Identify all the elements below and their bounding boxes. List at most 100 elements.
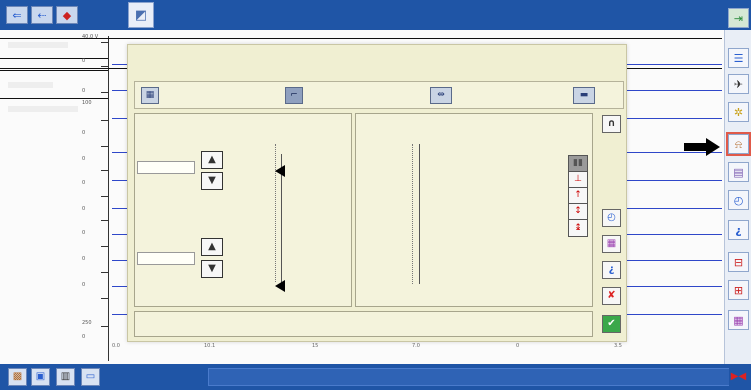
help-icon: ¿	[735, 223, 742, 237]
trigger-level-icon: ↨	[574, 222, 582, 233]
stack-header[interactable]: ▮▮	[569, 156, 587, 172]
trigger-both-icon: ↕	[574, 206, 582, 216]
red-car-icon: ◆	[62, 8, 72, 22]
y-axis	[108, 36, 109, 361]
color-button[interactable]: ▦	[728, 310, 749, 330]
display-button[interactable]: ▤	[728, 162, 749, 182]
lower-value-field[interactable]	[137, 252, 195, 265]
x-tick-label: 0	[516, 343, 520, 349]
back-arrow-button[interactable]: ⇐	[6, 6, 28, 24]
timer-icon: ◴	[733, 193, 744, 207]
upper-marker-handle[interactable]	[275, 165, 285, 177]
x-tick-label: 10.1	[204, 343, 216, 349]
y-tick	[101, 298, 108, 299]
trigger-mode-stack: ▮▮ ⊥ ↑ ↕ ↨	[568, 155, 588, 237]
trigger-rising-button[interactable]: ⊥	[569, 172, 587, 188]
gear-icon: ✲	[733, 105, 744, 119]
timer-button[interactable]: ◴	[728, 190, 749, 210]
trigger-track	[419, 144, 420, 284]
trigger-rising-icon: ⊥	[574, 174, 582, 184]
capture-icon: ▣	[35, 371, 46, 382]
list-icon: ☰	[733, 51, 744, 65]
trigger-up-button[interactable]: ↑	[569, 188, 587, 204]
confirm-button[interactable]: ✔	[602, 315, 621, 333]
oscilloscope-tab-icon: ◩	[134, 7, 148, 23]
help-side-button[interactable]: ¿	[728, 220, 749, 240]
table-button[interactable]: ▥	[56, 368, 75, 386]
report-button[interactable]: ▩	[8, 368, 27, 386]
exit-top-button[interactable]: ⇥	[728, 8, 749, 28]
y-tick	[101, 120, 108, 121]
trigger-icon: ⊞	[733, 283, 744, 297]
left-divider	[0, 58, 108, 59]
trigger-up-icon: ↑	[574, 190, 582, 200]
left-divider	[0, 98, 108, 99]
y-label: 0	[82, 156, 86, 162]
probe-button[interactable]: ✈	[728, 74, 749, 94]
display-icon: ▤	[733, 165, 744, 179]
lower-decrease-button[interactable]: ▼	[201, 260, 223, 278]
y-label: 0	[82, 180, 86, 186]
x-tick-label: 15	[312, 343, 319, 349]
grid-settings-icon: ▦	[145, 90, 155, 100]
y-label: 0	[82, 88, 86, 94]
pointer-arrow-icon	[684, 138, 720, 156]
monitor-button[interactable]: ▭	[81, 368, 100, 386]
y-tick	[101, 246, 108, 247]
bottom-toolbar: ▩ ▣ ▥ ▭ ▶◀	[0, 364, 751, 390]
y-tick	[101, 170, 108, 171]
trigger-scale	[412, 144, 413, 284]
y-label: 100	[82, 100, 92, 106]
vehicle-button[interactable]: ◆	[56, 6, 78, 24]
probe-icon: ✈	[733, 77, 744, 91]
y-label: 0	[82, 334, 86, 340]
help-icon: ¿	[608, 264, 615, 275]
exit-red-icon: ▶◀	[730, 371, 747, 382]
magnet-button[interactable]: ∩	[602, 115, 621, 133]
oscilloscope-tab[interactable]: ◩	[128, 2, 154, 28]
down-triangle-icon: ▼	[208, 175, 216, 186]
channel-label-blank	[8, 106, 78, 112]
exit-bottom-button[interactable]: ▶◀	[729, 368, 748, 386]
cursor-button[interactable]: ⊟	[728, 252, 749, 272]
trigger-panel	[355, 113, 593, 307]
palette-button[interactable]: ▦	[602, 235, 621, 253]
tab-grid-settings[interactable]: ▦	[141, 87, 159, 104]
lower-marker-handle[interactable]	[275, 280, 285, 292]
upper-decrease-button[interactable]: ▼	[201, 172, 223, 190]
up-triangle-icon: ▲	[208, 154, 216, 165]
upper-increase-button[interactable]: ▲	[201, 151, 223, 169]
report-icon: ▩	[12, 371, 23, 382]
lower-increase-button[interactable]: ▲	[201, 238, 223, 256]
y-tick	[101, 146, 108, 147]
y-tick	[101, 326, 108, 327]
stopwatch-button[interactable]: ◴	[602, 209, 621, 227]
help-button[interactable]: ¿	[602, 261, 621, 279]
upper-value-field[interactable]	[137, 161, 195, 174]
scope-settings-button[interactable]: ⍾	[726, 132, 751, 156]
waveform-icon: ⌐	[290, 90, 298, 100]
down-triangle-icon: ▼	[208, 263, 216, 274]
trigger-both-button[interactable]: ↕	[569, 204, 587, 220]
tab-trigger-position[interactable]: ▬	[573, 87, 595, 104]
x-tick-label: 3.5	[614, 343, 622, 349]
trigger-side-button[interactable]: ⊞	[728, 280, 749, 300]
table-icon: ▥	[60, 371, 71, 382]
trigger-level-button[interactable]: ↨	[569, 220, 587, 236]
scope-settings-icon: ⍾	[734, 137, 743, 151]
stopwatch-icon: ◴	[607, 212, 616, 223]
tab-horizontal-range[interactable]: ⇹	[430, 87, 452, 104]
capture-button[interactable]: ▣	[31, 368, 50, 386]
y-tick	[101, 66, 108, 67]
cancel-button[interactable]: ✘	[602, 287, 621, 305]
tab-waveform[interactable]: ⌐	[285, 87, 303, 104]
list-button[interactable]: ☰	[728, 48, 749, 68]
horizontal-range-icon: ⇹	[437, 90, 445, 100]
cursor-icon: ⊟	[733, 255, 744, 269]
gear-button[interactable]: ✲	[728, 102, 749, 122]
blue-arrow-left-icon: ⇠	[37, 8, 47, 22]
y-tick	[101, 220, 108, 221]
y-tick	[101, 196, 108, 197]
confirm-icon: ✔	[607, 318, 616, 329]
previous-button[interactable]: ⇠	[31, 6, 53, 24]
